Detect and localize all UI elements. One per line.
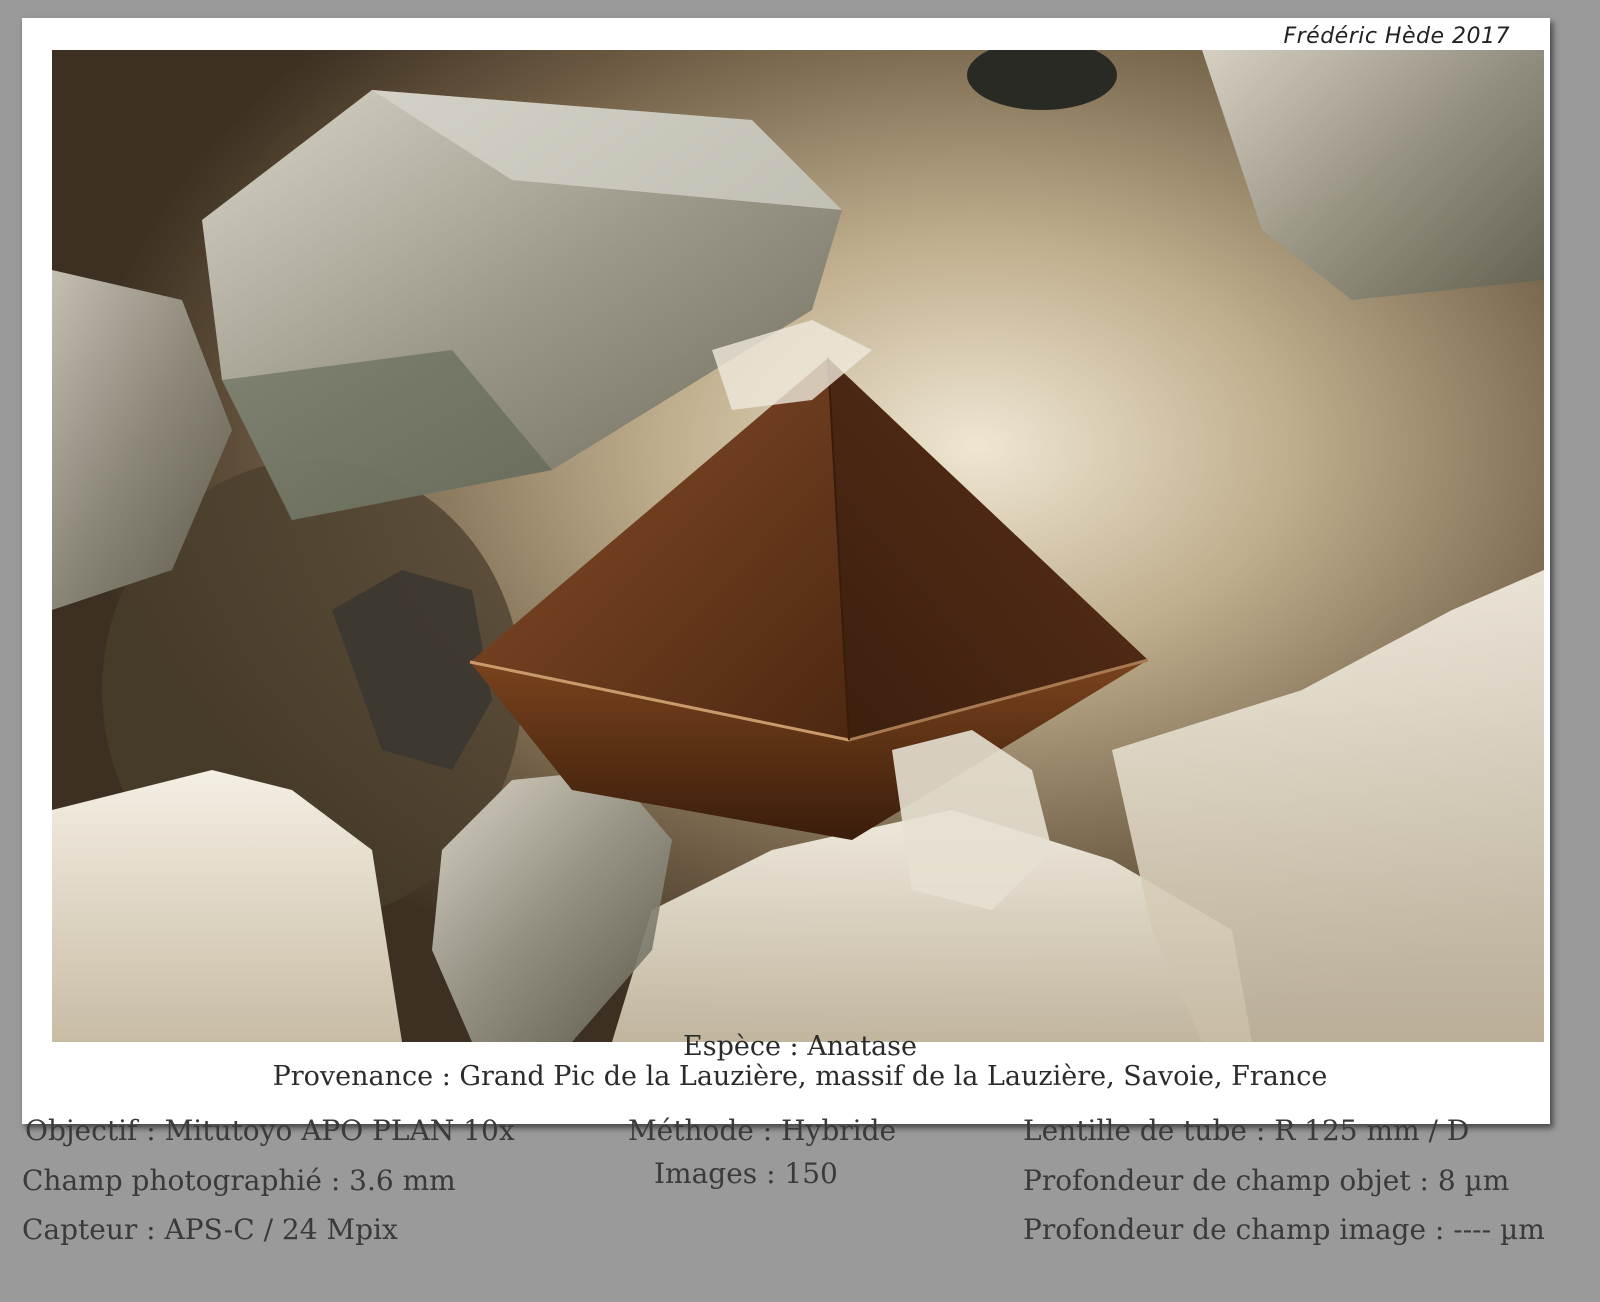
sensor-info: Capteur : APS-C / 24 Mpix bbox=[22, 1213, 398, 1246]
mineral-photograph bbox=[52, 50, 1544, 1042]
origin-caption: Provenance : Grand Pic de la Lauzière, m… bbox=[272, 1061, 1328, 1092]
dof-image-info: Profondeur de champ image : ---- µm bbox=[1023, 1213, 1545, 1246]
method-info: Méthode : Hybride bbox=[628, 1114, 897, 1147]
images-info: Images : 150 bbox=[654, 1157, 838, 1190]
tube-lens-info: Lentille de tube : R 125 mm / D bbox=[1023, 1114, 1470, 1147]
mineral-illustration bbox=[52, 50, 1544, 1042]
field-info: Champ photographié : 3.6 mm bbox=[22, 1164, 456, 1197]
photographer-credit: Frédéric Hède 2017 bbox=[1283, 24, 1510, 49]
dof-object-info: Profondeur de champ objet : 8 µm bbox=[1023, 1164, 1510, 1197]
species-caption: Espèce : Anatase bbox=[683, 1031, 917, 1062]
photo-frame: Frédéric Hède 2017 bbox=[22, 18, 1550, 1124]
objective-info: Objectif : Mitutoyo APO PLAN 10x bbox=[25, 1114, 515, 1147]
